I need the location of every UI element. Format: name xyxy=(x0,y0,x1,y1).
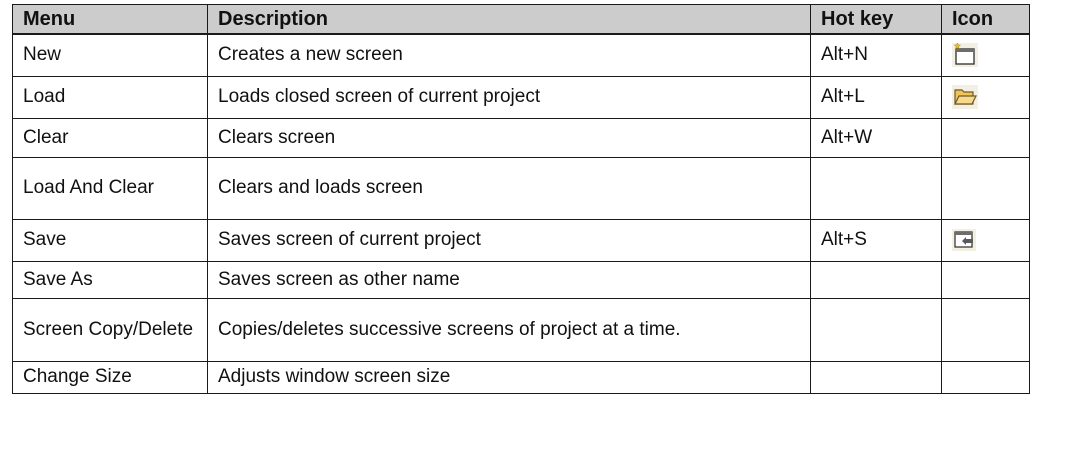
description-cell: Saves screen as other name xyxy=(207,260,811,299)
menu-cell: Save xyxy=(12,218,208,262)
table-row: Save Saves screen of current project Alt… xyxy=(12,218,1030,262)
table-row: Screen Copy/Delete Copies/deletes succes… xyxy=(12,297,1030,362)
hotkey-cell: Alt+S xyxy=(810,218,942,262)
description-cell: Creates a new screen xyxy=(207,33,811,77)
icon-cell xyxy=(941,360,1030,394)
menu-cell: New xyxy=(12,33,208,77)
description-cell: Loads closed screen of current project xyxy=(207,75,811,119)
icon-cell xyxy=(941,156,1030,220)
open-folder-icon xyxy=(952,85,978,109)
hotkey-cell: Alt+W xyxy=(810,117,942,158)
menu-cell: Load And Clear xyxy=(12,156,208,220)
description-cell: Clears screen xyxy=(207,117,811,158)
menu-cell: Screen Copy/Delete xyxy=(12,297,208,362)
table-row: Load Loads closed screen of current proj… xyxy=(12,75,1030,119)
menu-cell: Save As xyxy=(12,260,208,299)
table-row: New Creates a new screen Alt+N xyxy=(12,33,1030,77)
table-row: Clear Clears screen Alt+W xyxy=(12,117,1030,158)
header-description: Description xyxy=(207,4,811,35)
description-cell: Clears and loads screen xyxy=(207,156,811,220)
description-cell: Adjusts window screen size xyxy=(207,360,811,394)
header-menu: Menu xyxy=(12,4,208,35)
table-row: Save As Saves screen as other name xyxy=(12,260,1030,299)
description-cell: Saves screen of current project xyxy=(207,218,811,262)
hotkey-cell xyxy=(810,260,942,299)
save-screen-icon xyxy=(952,228,976,251)
menu-cell: Clear xyxy=(12,117,208,158)
table-row: Change Size Adjusts window screen size xyxy=(12,360,1030,394)
description-cell: Copies/deletes successive screens of pro… xyxy=(207,297,811,362)
icon-cell xyxy=(941,260,1030,299)
table-row: Load And Clear Clears and loads screen xyxy=(12,156,1030,220)
hotkey-cell xyxy=(810,360,942,394)
icon-cell xyxy=(941,297,1030,362)
icon-cell xyxy=(941,218,1030,262)
hotkey-cell xyxy=(810,297,942,362)
menu-cell: Change Size xyxy=(12,360,208,394)
menu-cell: Load xyxy=(12,75,208,119)
icon-cell xyxy=(941,75,1030,119)
header-hotkey: Hot key xyxy=(810,4,942,35)
hotkey-cell: Alt+N xyxy=(810,33,942,77)
header-row: Menu Description Hot key Icon xyxy=(12,4,1030,35)
icon-cell xyxy=(941,117,1030,158)
menu-reference-table: Menu Description Hot key Icon New Create… xyxy=(12,4,1030,394)
hotkey-cell: Alt+L xyxy=(810,75,942,119)
header-icon: Icon xyxy=(941,4,1030,35)
hotkey-cell xyxy=(810,156,942,220)
new-screen-icon xyxy=(952,43,978,68)
icon-cell xyxy=(941,33,1030,77)
